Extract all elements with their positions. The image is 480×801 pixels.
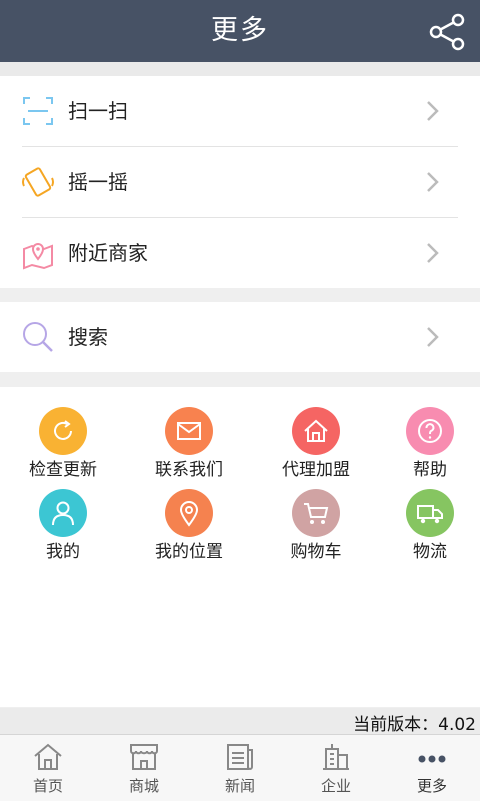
- grid-item-label: 联系我们: [155, 460, 223, 480]
- tab-label: 商城: [128, 777, 159, 795]
- grid-item-check-update[interactable]: 检查更新: [3, 407, 123, 487]
- tab-enterprise[interactable]: 企业: [288, 735, 384, 801]
- menu-item-label: 附近商家: [68, 241, 148, 265]
- chevron-right-icon: [427, 243, 439, 263]
- grid-item-help[interactable]: 帮助: [370, 407, 480, 487]
- menu-card: 扫一扫 摇一摇 附近商家: [0, 76, 480, 288]
- bottom-tab-bar: 首页 商城 新闻 企业 更多: [0, 734, 480, 801]
- tab-label: 更多: [416, 777, 447, 795]
- menu-item-shake[interactable]: 摇一摇: [0, 147, 480, 217]
- search-card: 搜索: [0, 302, 480, 372]
- menu-item-scan[interactable]: 扫一扫: [0, 76, 480, 146]
- tab-more[interactable]: 更多: [384, 735, 480, 801]
- menu-item-label: 摇一摇: [68, 170, 128, 194]
- tab-news[interactable]: 新闻: [192, 735, 288, 801]
- grid-item-label: 代理加盟: [282, 460, 350, 480]
- cart-icon: [304, 503, 329, 524]
- shake-phone-icon: [22, 167, 54, 197]
- grid-item-label: 我的位置: [155, 542, 223, 562]
- header-bar: 更多: [0, 0, 480, 62]
- icon-circle: [165, 489, 213, 537]
- menu-item-nearby[interactable]: 附近商家: [0, 218, 480, 288]
- version-text: 当前版本：4.02: [353, 715, 476, 735]
- grid-item-contact-us[interactable]: 联系我们: [129, 407, 249, 487]
- help-icon: [418, 419, 442, 443]
- map-location-icon: [23, 243, 53, 270]
- grid-item-logistics[interactable]: 物流: [370, 489, 480, 569]
- share-icon: [429, 13, 465, 51]
- grid-item-my-location[interactable]: 我的位置: [129, 489, 249, 569]
- home-icon: [304, 419, 328, 442]
- truck-icon: [417, 505, 443, 524]
- chevron-right-icon: [427, 327, 439, 347]
- building-icon: [323, 744, 349, 770]
- icon-circle: [39, 407, 87, 455]
- user-icon: [52, 501, 74, 526]
- chevron-right-icon: [427, 101, 439, 121]
- grid-item-mine[interactable]: 我的: [3, 489, 123, 569]
- icon-circle: [406, 407, 454, 455]
- spacer: [0, 62, 480, 76]
- location-pin-icon: [179, 501, 199, 527]
- grid-item-label: 购物车: [290, 542, 342, 562]
- grid-item-label: 物流: [413, 542, 447, 562]
- menu-item-label: 搜索: [68, 325, 108, 349]
- tab-label: 企业: [320, 777, 351, 795]
- store-icon: [130, 744, 158, 770]
- grid-item-label: 检查更新: [29, 460, 97, 480]
- home-tab-icon: [34, 743, 62, 770]
- tab-label: 首页: [32, 777, 63, 795]
- page-title: 更多: [211, 15, 269, 46]
- tab-store[interactable]: 商城: [96, 735, 192, 801]
- mail-icon: [177, 422, 201, 440]
- tab-label: 新闻: [224, 777, 255, 795]
- icon-circle: [406, 489, 454, 537]
- grid-item-label: 我的: [46, 542, 80, 562]
- grid-item-label: 帮助: [413, 460, 447, 480]
- icon-circle: [292, 407, 340, 455]
- icon-circle: [292, 489, 340, 537]
- news-icon: [227, 744, 253, 770]
- search-icon: [23, 322, 53, 352]
- tab-home[interactable]: 首页: [0, 735, 96, 801]
- refresh-icon: [54, 420, 72, 440]
- version-bar: 当前版本：4.02: [0, 708, 480, 735]
- share-button[interactable]: [428, 12, 468, 52]
- more-dots-icon: [418, 755, 446, 763]
- scan-icon: [23, 97, 53, 125]
- icon-circle: [165, 407, 213, 455]
- feature-grid: 检查更新 联系我们 代理加盟 帮助 我的 我的位置 购物车 物流: [0, 387, 480, 707]
- icon-circle: [39, 489, 87, 537]
- menu-item-label: 扫一扫: [68, 99, 128, 123]
- menu-item-search[interactable]: 搜索: [0, 302, 480, 372]
- grid-item-cart[interactable]: 购物车: [256, 489, 376, 569]
- chevron-right-icon: [427, 172, 439, 192]
- grid-item-franchise[interactable]: 代理加盟: [256, 407, 376, 487]
